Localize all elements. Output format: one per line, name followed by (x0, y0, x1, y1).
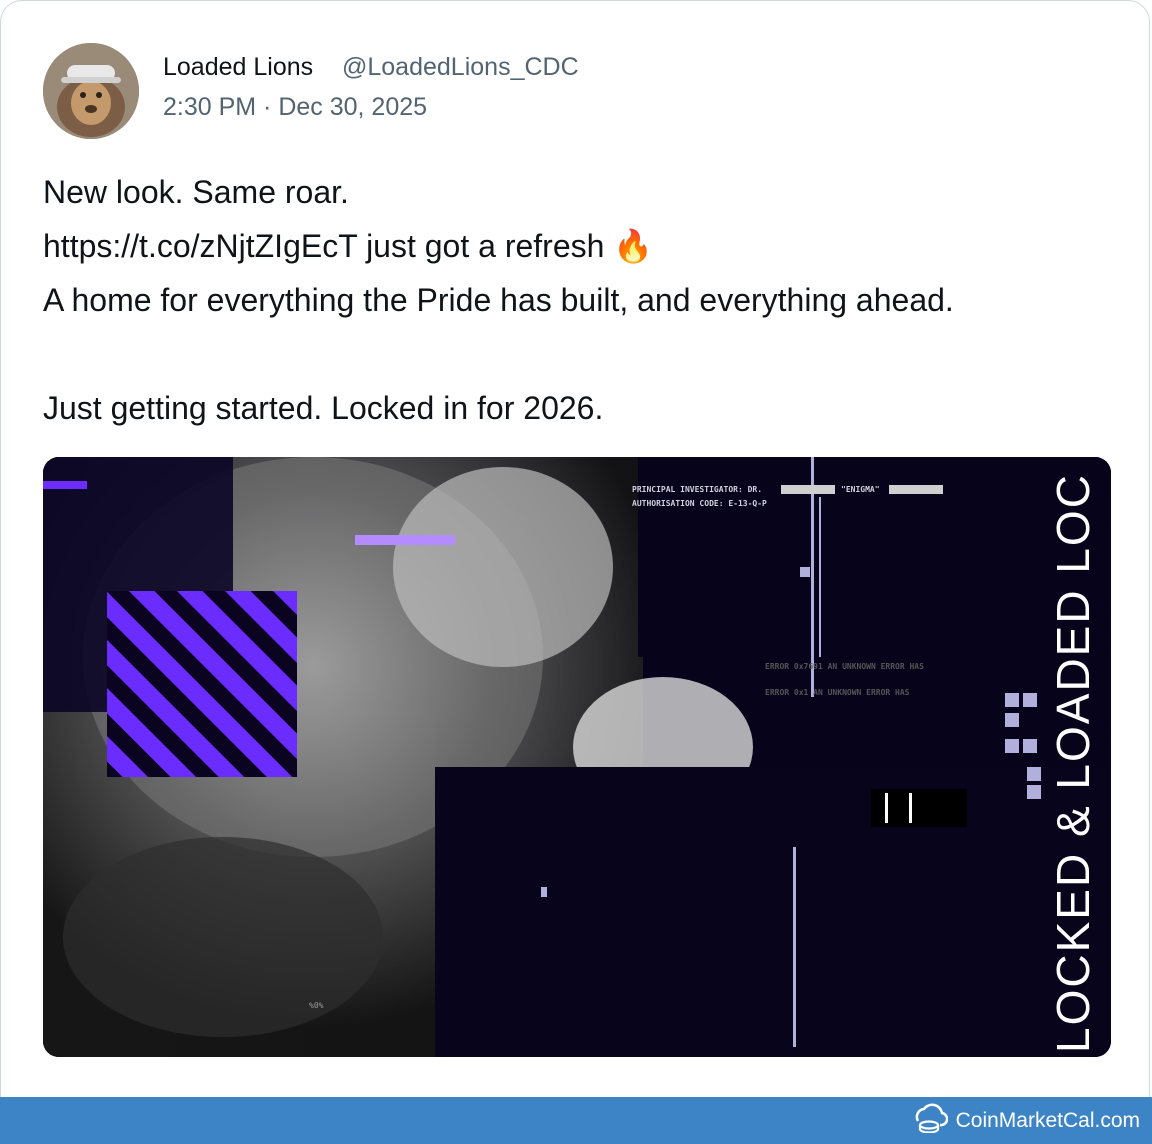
locked-loaded-vertical-text: LOCKED & LOADED LOC (1047, 473, 1099, 1053)
tweet-timestamp[interactable]: 2:30 PM · Dec 30, 2025 (163, 93, 427, 122)
error-text-1: ERROR 0x7691 AN UNKNOWN ERROR HAS (765, 662, 924, 671)
tweet-line: A home for everything the Pride has buil… (43, 282, 954, 318)
footer-brand-text: CoinMarketCal.com (955, 1109, 1140, 1132)
tweet-line-link[interactable]: https://t.co/zNjtZIgEcT just got a refre… (43, 219, 1113, 273)
coinmarketcal-logo-icon (910, 1103, 948, 1139)
error-text-2: ERROR 0x1 AN UNKNOWN ERROR HAS (765, 688, 910, 697)
tweet-card: Loaded Lions @LoadedLions_CDC 2:30 PM · … (0, 0, 1150, 1140)
tweet-line: New look. Same roar. (43, 174, 349, 210)
lion-avatar-icon[interactable] (43, 43, 139, 139)
tweet-line: Just getting started. Locked in for 2026… (43, 390, 604, 426)
authorisation-text: AUTHORISATION CODE: E-13-Q-P (632, 499, 767, 508)
tweet-body: New look. Same roar. https://t.co/zNjtZI… (43, 165, 1113, 435)
author-handle[interactable]: @LoadedLions_CDC (342, 53, 579, 82)
footer-brand[interactable]: CoinMarketCal.com (910, 1103, 1140, 1139)
media-artwork: PRINCIPAL INVESTIGATOR: DR. "ENIGMA" AUT… (43, 457, 1111, 1057)
footer-bar: CoinMarketCal.com (0, 1097, 1152, 1144)
enigma-text: "ENIGMA" (841, 485, 880, 494)
small-tag-text: %0% (309, 1001, 324, 1010)
tweet-media-image[interactable]: PRINCIPAL INVESTIGATOR: DR. "ENIGMA" AUT… (43, 457, 1111, 1057)
investigator-text: PRINCIPAL INVESTIGATOR: DR. (632, 485, 762, 494)
author-display-name[interactable]: Loaded Lions (163, 53, 313, 82)
